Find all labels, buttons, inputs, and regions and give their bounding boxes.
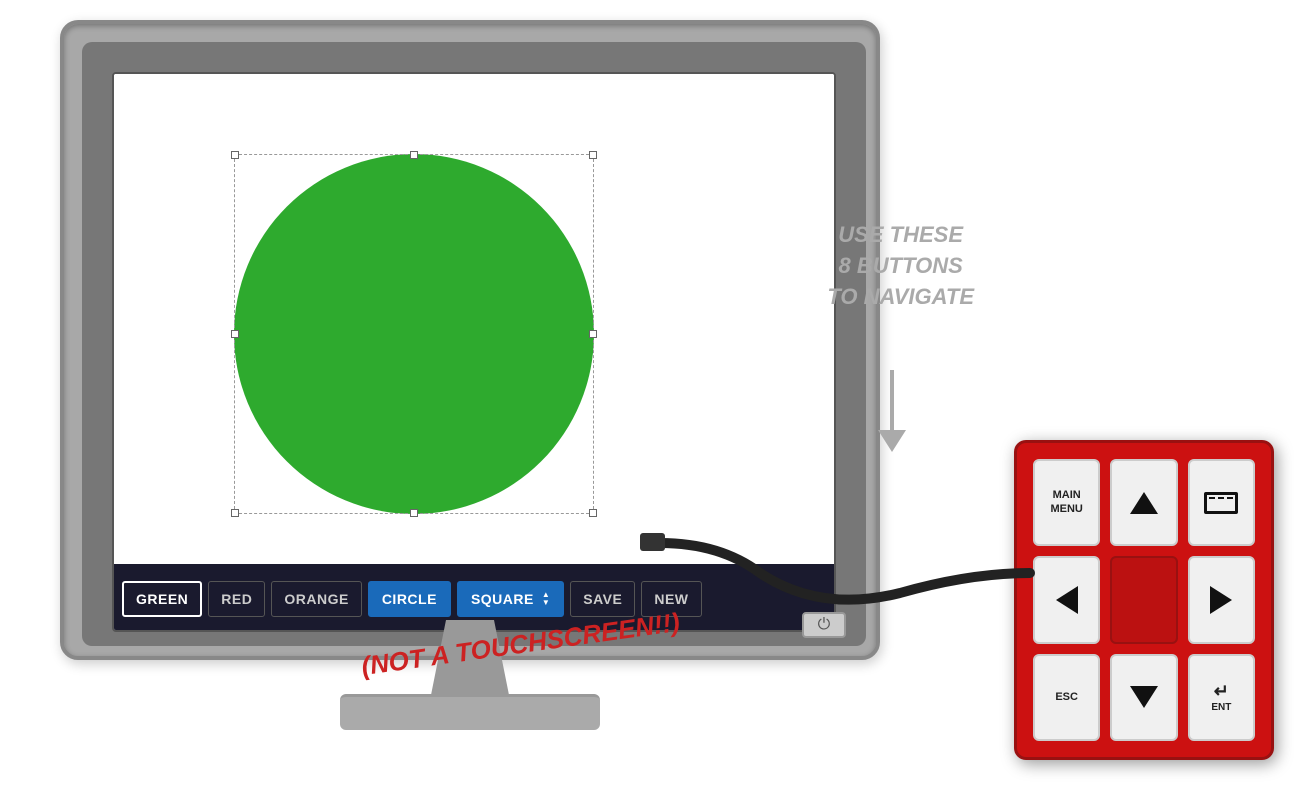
btn-esc[interactable]: ESC <box>1033 654 1100 741</box>
select-arrows-icon: ▲ ▼ <box>542 591 550 607</box>
btn-up[interactable] <box>1110 459 1177 546</box>
handle-br <box>589 509 597 517</box>
handle-tr <box>589 151 597 159</box>
selection-box <box>234 154 594 514</box>
handle-ml <box>231 330 239 338</box>
btn-right[interactable] <box>1188 556 1255 643</box>
instruction-arrow <box>878 370 906 452</box>
monitor-stand-base <box>340 694 600 730</box>
arrow-head <box>878 430 906 452</box>
screen-display-icon <box>1204 492 1238 514</box>
up-arrow-icon <box>1130 492 1158 514</box>
btn-screen-icon[interactable] <box>1188 459 1255 546</box>
cable <box>640 513 1060 633</box>
btn-square[interactable]: SQUARE ▲ ▼ <box>457 581 564 617</box>
btn-orange[interactable]: ORANGE <box>271 581 361 617</box>
btn-center <box>1110 556 1177 643</box>
instruction-text: USE THESE 8 BUTTONS TO NAVIGATE <box>827 220 974 312</box>
btn-save[interactable]: SAVE <box>570 581 635 617</box>
screen-dashes-icon <box>1209 497 1233 499</box>
btn-green[interactable]: GREEN <box>122 581 202 617</box>
right-arrow-icon <box>1210 586 1232 614</box>
screen-canvas <box>114 74 834 564</box>
handle-bl <box>231 509 239 517</box>
btn-red[interactable]: RED <box>208 581 265 617</box>
handle-tc <box>410 151 418 159</box>
btn-down[interactable] <box>1110 654 1177 741</box>
btn-ent[interactable]: ↵ ENT <box>1188 654 1255 741</box>
monitor: GREEN RED ORANGE CIRCLE SQUARE ▲ ▼ SAVE … <box>60 20 880 780</box>
handle-tl <box>231 151 239 159</box>
btn-circle[interactable]: CIRCLE <box>368 581 451 617</box>
handle-mr <box>589 330 597 338</box>
down-arrow-icon <box>1130 686 1158 708</box>
handle-bc <box>410 509 418 517</box>
arrow-line <box>890 370 894 430</box>
